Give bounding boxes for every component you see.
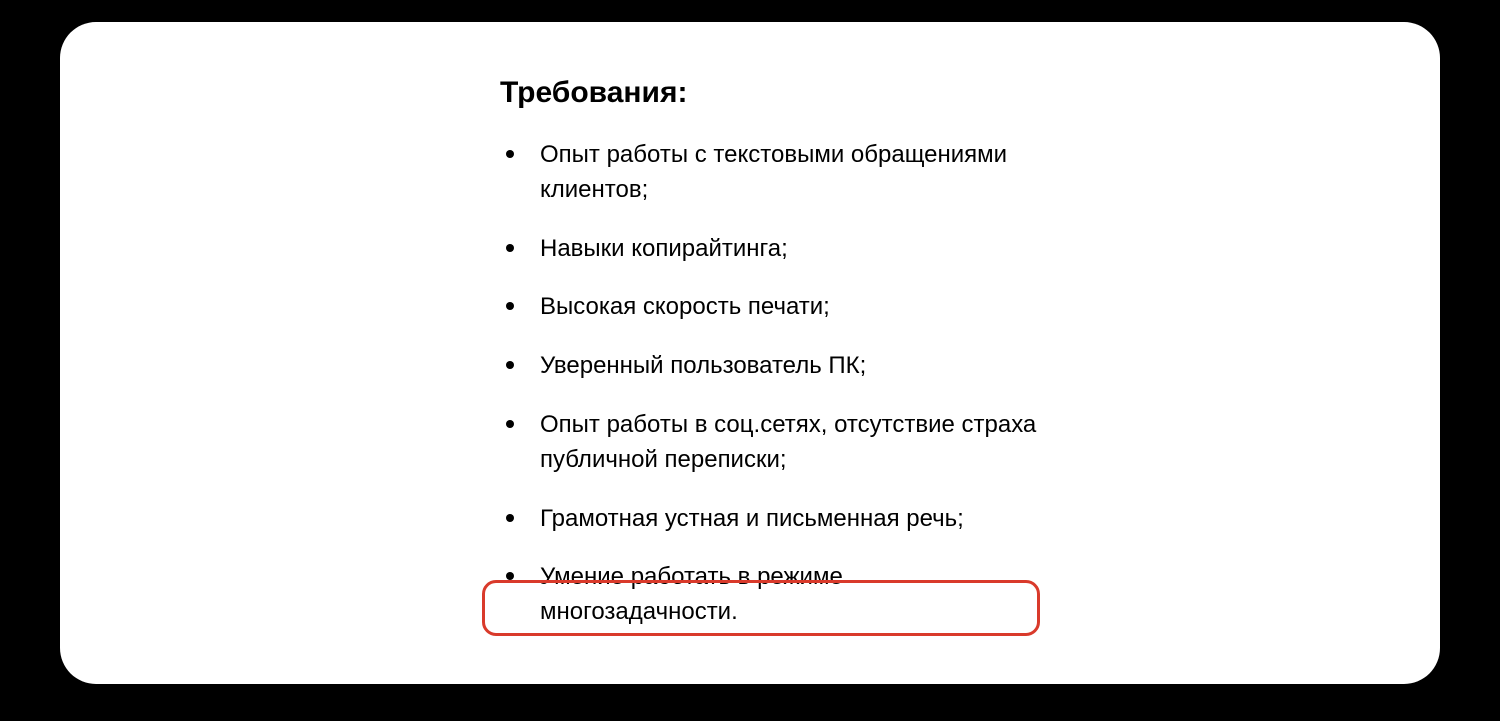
requirements-heading: Требования: xyxy=(500,76,1040,110)
list-item: Уверенный пользователь ПК; xyxy=(500,349,1040,384)
list-item: Опыт работы в соц.сетях, отсутствие стра… xyxy=(500,408,1040,478)
list-item-text: Умение работать в режиме многозадачности… xyxy=(540,563,843,625)
list-item-text: Опыт работы с текстовыми обращениями кли… xyxy=(540,141,1007,203)
requirements-card: Требования: Опыт работы с текстовыми обр… xyxy=(60,22,1440,684)
list-item: Грамотная устная и письменная речь; xyxy=(500,502,1040,537)
list-item-text: Грамотная устная и письменная речь; xyxy=(540,505,964,532)
list-item: Навыки копирайтинга; xyxy=(500,232,1040,267)
requirements-list: Опыт работы с текстовыми обращениями кли… xyxy=(500,138,1040,630)
list-item-text: Опыт работы в соц.сетях, отсутствие стра… xyxy=(540,411,1036,473)
list-item: Опыт работы с текстовыми обращениями кли… xyxy=(500,138,1040,208)
list-item-text: Высокая скорость печати; xyxy=(540,293,830,320)
list-item-text: Уверенный пользователь ПК; xyxy=(540,352,866,379)
list-item-text: Навыки копирайтинга; xyxy=(540,235,788,262)
list-item: Высокая скорость печати; xyxy=(500,290,1040,325)
list-item: Умение работать в режиме многозадачности… xyxy=(500,560,1040,630)
